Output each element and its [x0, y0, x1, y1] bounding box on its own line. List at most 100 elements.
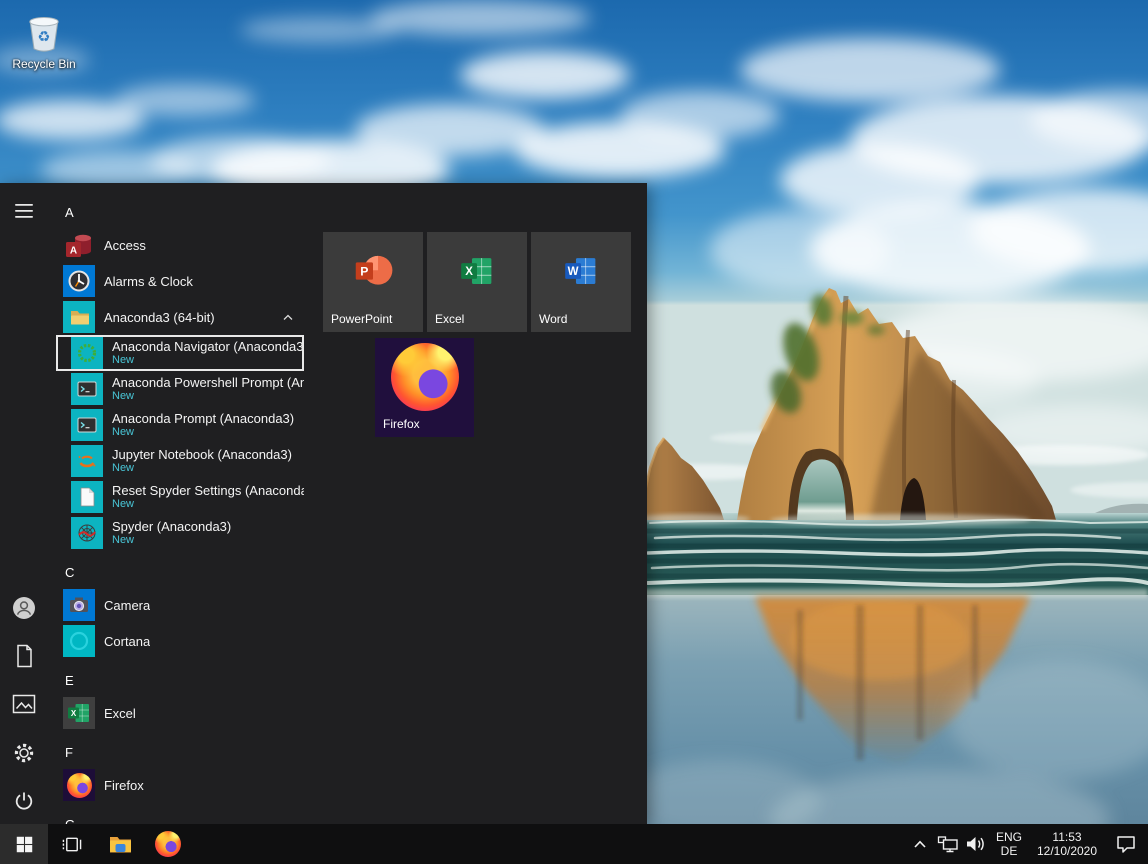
- svg-text:A: A: [70, 246, 77, 257]
- app-item-excel[interactable]: X Excel: [56, 695, 304, 731]
- section-letter: C: [65, 565, 74, 580]
- pictures-icon: [12, 693, 36, 715]
- app-item-text: Anaconda Powershell Prompt (Ana... New: [112, 375, 304, 403]
- app-list-section-header-e[interactable]: E: [56, 665, 320, 695]
- taskbar: ENG DE 11:53 12/10/2020: [0, 824, 1148, 864]
- tile-excel[interactable]: X Excel: [427, 232, 527, 332]
- recycle-bin-icon: ♻: [23, 8, 65, 56]
- app-item-text: Reset Spyder Settings (Anaconda3) New: [112, 483, 304, 511]
- app-item-camera[interactable]: Camera: [56, 587, 304, 623]
- tile-label: Excel: [435, 312, 464, 326]
- new-badge: New: [112, 390, 304, 403]
- new-badge: New: [112, 534, 231, 547]
- app-item-alarms-clock[interactable]: Alarms & Clock: [56, 263, 304, 299]
- recycle-bin-desktop-icon[interactable]: ♻ Recycle Bin: [6, 8, 82, 71]
- documents-button[interactable]: [6, 638, 42, 674]
- svg-text:W: W: [568, 266, 579, 278]
- section-letter: F: [65, 745, 73, 760]
- terminal-icon: [71, 373, 103, 405]
- windows-logo-icon: [16, 836, 33, 853]
- svg-text:P: P: [360, 264, 368, 278]
- taskbar-clock[interactable]: 11:53 12/10/2020: [1028, 824, 1106, 864]
- power-icon: [12, 789, 36, 813]
- app-list-section-header-f[interactable]: F: [56, 737, 320, 767]
- settings-button[interactable]: [6, 735, 42, 771]
- document-icon: [13, 644, 35, 668]
- document-icon: [71, 481, 103, 513]
- app-folder-anaconda3-64-bit[interactable]: Anaconda3 (64-bit): [56, 299, 304, 335]
- alarms-clock-icon: [63, 265, 95, 297]
- tray-time: 11:53: [1052, 830, 1081, 844]
- spyder-icon: [71, 517, 103, 549]
- tile-word[interactable]: W Word: [531, 232, 631, 332]
- user-account-button[interactable]: [6, 590, 42, 626]
- svg-text:X: X: [71, 709, 77, 718]
- app-item-label: Cortana: [104, 634, 150, 649]
- new-badge: New: [112, 462, 292, 475]
- app-item-anaconda-navigator-anaconda3[interactable]: Anaconda Navigator (Anaconda3) New: [56, 335, 304, 371]
- terminal-icon: [71, 409, 103, 441]
- app-list-section-header-c[interactable]: C: [56, 557, 320, 587]
- start-menu-tiles: P PowerPoint X Excel W Word Firefox: [323, 232, 635, 792]
- jupyter-icon: [71, 445, 103, 477]
- language-primary: ENG: [996, 830, 1022, 844]
- app-item-label: Jupyter Notebook (Anaconda3): [112, 447, 292, 462]
- section-letter: A: [65, 205, 74, 220]
- app-item-jupyter-notebook-anaconda3[interactable]: Jupyter Notebook (Anaconda3) New: [56, 443, 304, 479]
- expand-start-menu-button[interactable]: [6, 193, 42, 229]
- task-view-button[interactable]: [48, 824, 96, 864]
- taskbar-spacer: [192, 824, 906, 864]
- app-item-reset-spyder-settings-anaconda3[interactable]: Reset Spyder Settings (Anaconda3) New: [56, 479, 304, 515]
- firefox-taskbar-button[interactable]: [144, 824, 192, 864]
- language-indicator[interactable]: ENG DE: [990, 824, 1028, 864]
- new-badge: New: [112, 426, 294, 439]
- section-letter: G: [65, 817, 75, 825]
- app-item-cortana[interactable]: Cortana: [56, 623, 304, 659]
- camera-icon: [63, 589, 95, 621]
- chevron-up-icon: [912, 837, 928, 851]
- app-item-spyder-anaconda3[interactable]: Spyder (Anaconda3) New: [56, 515, 304, 551]
- app-item-label: Reset Spyder Settings (Anaconda3): [112, 483, 304, 498]
- app-item-anaconda-powershell-prompt-ana[interactable]: Anaconda Powershell Prompt (Ana... New: [56, 371, 304, 407]
- file-explorer-icon: [108, 833, 133, 855]
- gear-icon: [12, 741, 36, 765]
- pictures-button[interactable]: [6, 686, 42, 722]
- user-avatar-icon: [12, 596, 36, 620]
- action-center-button[interactable]: [1106, 824, 1146, 864]
- network-tray-button[interactable]: [934, 824, 962, 864]
- app-item-label: Access: [104, 238, 146, 253]
- excel-icon: X: [63, 697, 95, 729]
- svg-text:X: X: [465, 266, 473, 278]
- firefox-icon: [391, 343, 459, 411]
- volume-tray-button[interactable]: [962, 824, 990, 864]
- app-item-text: Anaconda Navigator (Anaconda3) New: [112, 339, 304, 367]
- app-list-section-header-g[interactable]: G: [56, 809, 320, 824]
- svg-text:♻: ♻: [37, 29, 50, 45]
- tray-date: 12/10/2020: [1037, 844, 1097, 858]
- power-button[interactable]: [6, 783, 42, 819]
- cortana-icon: [63, 625, 95, 657]
- start-menu-nav-rail: [0, 183, 48, 824]
- app-list-section-header-a[interactable]: A: [56, 197, 320, 227]
- new-badge: New: [112, 498, 304, 511]
- recycle-bin-label: Recycle Bin: [12, 57, 75, 71]
- tile-firefox[interactable]: Firefox: [375, 338, 474, 437]
- app-item-anaconda-prompt-anaconda3[interactable]: Anaconda Prompt (Anaconda3) New: [56, 407, 304, 443]
- app-item-text: Jupyter Notebook (Anaconda3) New: [112, 447, 292, 475]
- start-button[interactable]: [0, 824, 48, 864]
- app-item-firefox[interactable]: Firefox: [56, 767, 304, 803]
- tray-expand-button[interactable]: [906, 824, 934, 864]
- volume-icon: [965, 835, 987, 853]
- tile-label: Firefox: [383, 417, 420, 431]
- app-item-label: Excel: [104, 706, 136, 721]
- app-item-access[interactable]: A Access: [56, 227, 304, 263]
- action-center-icon: [1115, 834, 1137, 854]
- file-explorer-taskbar-button[interactable]: [96, 824, 144, 864]
- start-menu-app-list: A A Access Alarms & Clock Anaconda3 (64-b…: [56, 183, 320, 824]
- desktop: ♻ Recycle Bin: [0, 0, 1148, 864]
- app-item-label: Camera: [104, 598, 150, 613]
- excel-icon: X: [454, 248, 500, 294]
- tile-powerpoint[interactable]: P PowerPoint: [323, 232, 423, 332]
- anaconda-navigator-icon: [71, 337, 103, 369]
- start-menu-panel: A A Access Alarms & Clock Anaconda3 (64-b…: [0, 183, 647, 824]
